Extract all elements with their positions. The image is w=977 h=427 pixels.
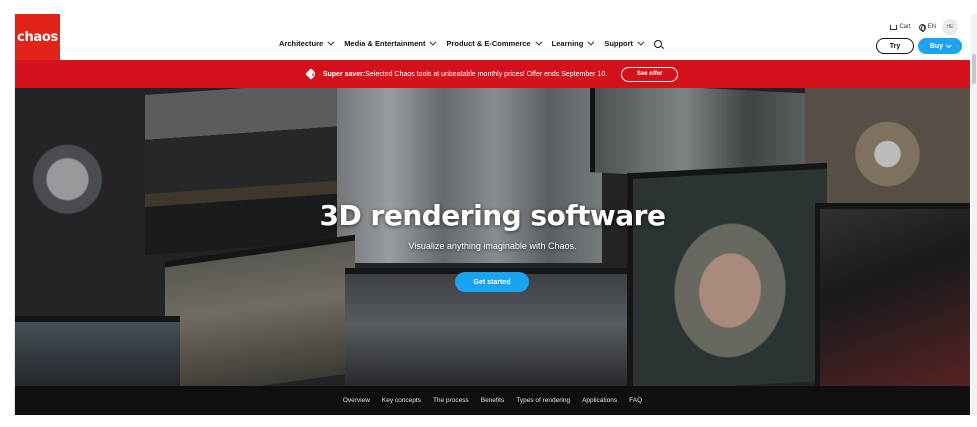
utility-bar: Cart EN HE: [890, 19, 958, 35]
try-button[interactable]: Try: [876, 38, 914, 54]
search-icon: [654, 40, 663, 48]
hero-overlay: [15, 88, 970, 386]
nav-item-product-ecommerce[interactable]: Product & E-Commerce: [446, 38, 543, 48]
promo-banner: Super saver: Selected Chaos tools at unb…: [15, 60, 970, 88]
cart-link[interactable]: Cart: [890, 24, 911, 30]
main-nav: Architecture Media & Entertainment Produ…: [279, 38, 674, 48]
globe-icon: [918, 23, 926, 32]
chevron-down-icon: [327, 38, 335, 46]
chevron-down-icon: [637, 38, 645, 46]
nav-item-media-entertainment[interactable]: Media & Entertainment: [344, 38, 437, 48]
chevron-down-icon: [535, 38, 543, 46]
nav-label: Product & E-Commerce: [446, 38, 531, 48]
nav-label: Learning: [551, 38, 584, 48]
nav-item-learning[interactable]: Learning: [551, 38, 595, 48]
language-label: EN: [927, 24, 936, 30]
nav-label: Media & Entertainment: [344, 38, 426, 48]
avatar[interactable]: HE: [942, 19, 958, 35]
language-selector[interactable]: EN: [918, 23, 936, 32]
subnav-item-key-concepts[interactable]: Key concepts: [382, 397, 421, 404]
buy-button[interactable]: Buy: [918, 38, 962, 54]
subnav-item-applications[interactable]: Applications: [582, 397, 617, 404]
get-started-button[interactable]: Get started: [455, 272, 529, 292]
scrollbar-thumb[interactable]: [972, 54, 976, 84]
chevron-down-icon: [429, 38, 437, 46]
cart-label: Cart: [899, 24, 911, 30]
section-subnav: Overview Key concepts The process Benefi…: [15, 386, 970, 415]
nav-item-support[interactable]: Support: [604, 38, 645, 48]
promo-strong: Super saver:: [322, 70, 366, 78]
hero-subtitle: Visualize anything imaginable with Chaos…: [408, 241, 577, 251]
site-header: chaos Architecture Media & Entertainment…: [15, 14, 970, 60]
subnav-item-the-process[interactable]: The process: [433, 397, 469, 404]
nav-label: Support: [604, 38, 634, 48]
cart-icon: [890, 24, 898, 30]
subnav-item-types-of-rendering[interactable]: Types of rendering: [516, 397, 570, 404]
subnav-item-benefits[interactable]: Benefits: [481, 397, 505, 404]
page: chaos Architecture Media & Entertainment…: [14, 14, 970, 415]
promo-text: Selected Chaos tools at unbeatable month…: [365, 70, 608, 78]
hero-section: 3D rendering software Visualize anything…: [15, 88, 970, 386]
chevron-down-icon: [945, 42, 952, 49]
nav-label: Architecture: [279, 38, 324, 48]
buy-label: Buy: [929, 42, 944, 50]
hero-title: 3D rendering software: [319, 199, 666, 232]
see-offer-button[interactable]: See offer: [621, 66, 679, 82]
chaos-logo[interactable]: chaos: [15, 14, 60, 60]
tag-icon: [305, 68, 317, 80]
page-scrollbar[interactable]: [971, 14, 977, 415]
nav-item-architecture[interactable]: Architecture: [279, 38, 335, 48]
subnav-item-overview[interactable]: Overview: [343, 397, 370, 404]
search-button[interactable]: [654, 38, 663, 48]
chevron-down-icon: [587, 38, 595, 46]
subnav-item-faq[interactable]: FAQ: [629, 397, 642, 404]
